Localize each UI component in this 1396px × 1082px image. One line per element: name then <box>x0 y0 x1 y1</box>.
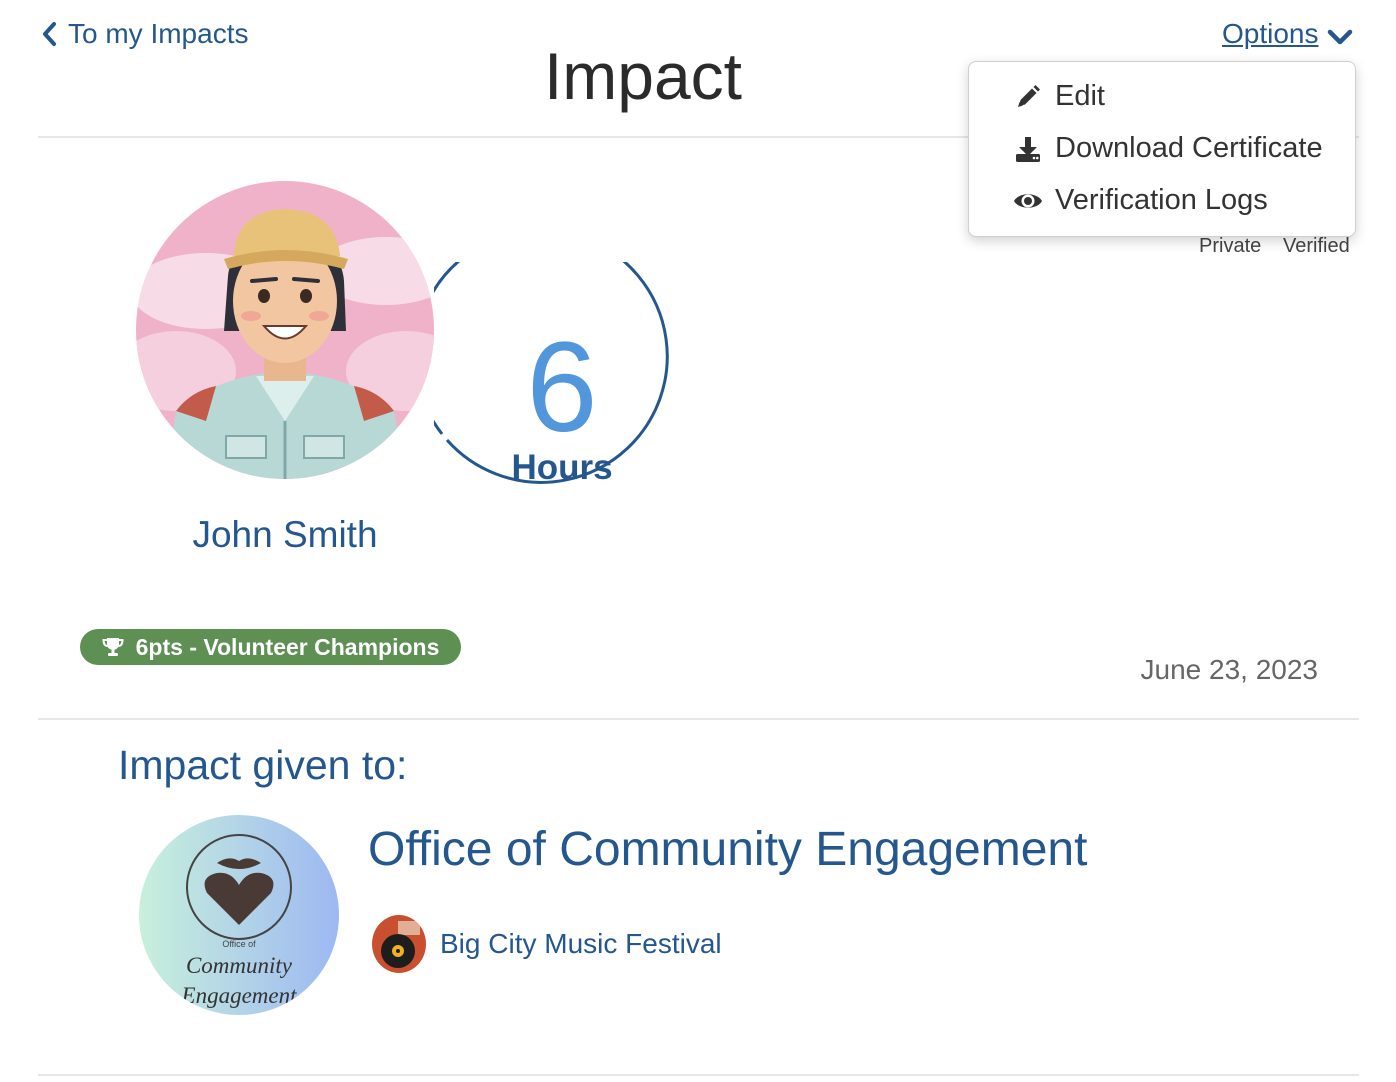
user-name: John Smith <box>192 514 378 555</box>
hours-value: 6 <box>526 316 598 459</box>
trophy-icon <box>102 638 124 656</box>
options-dropdown-toggle[interactable]: Options <box>1222 18 1353 50</box>
verification-tag: Verified <box>1283 235 1350 257</box>
hours-label: Hours <box>511 448 613 487</box>
menu-item-verification-label: Verification Logs <box>1055 184 1268 216</box>
section-divider <box>38 718 1359 720</box>
pencil-icon <box>1013 82 1043 112</box>
menu-item-edit-label: Edit <box>1055 80 1105 112</box>
bottom-divider <box>38 1074 1359 1076</box>
organization-name[interactable]: Office of Community Engagement <box>368 822 1087 877</box>
event-thumbnail <box>372 915 426 973</box>
options-menu: Edit Download Certificate Verification L… <box>968 61 1356 237</box>
options-label: Options <box>1222 18 1319 49</box>
menu-item-download-certificate[interactable]: Download Certificate <box>1013 132 1323 165</box>
impact-date: June 23, 2023 <box>1140 654 1319 685</box>
org-logo-line1: Office of <box>222 939 256 949</box>
menu-item-download-label: Download Certificate <box>1055 132 1323 164</box>
org-logo-line3: Engagement <box>181 983 298 1008</box>
badge-label: 6pts - Volunteer Champions <box>135 633 440 660</box>
eye-icon <box>1013 186 1043 216</box>
impact-given-heading: Impact given to: <box>118 742 408 788</box>
event-name: Big City Music Festival <box>440 928 722 959</box>
menu-item-edit[interactable]: Edit <box>1013 80 1105 113</box>
chevron-down-icon <box>1327 29 1352 45</box>
menu-item-verification-logs[interactable]: Verification Logs <box>1013 184 1268 217</box>
org-logo-line2: Community <box>186 953 293 978</box>
privacy-tag: Private <box>1199 235 1262 257</box>
download-icon <box>1013 134 1043 164</box>
points-badge: 6pts - Volunteer Champions <box>80 629 461 665</box>
organization-logo: Office of Community Engagement <box>139 815 339 1015</box>
user-avatar <box>136 181 434 479</box>
event-link[interactable]: Big City Music Festival <box>372 915 722 973</box>
